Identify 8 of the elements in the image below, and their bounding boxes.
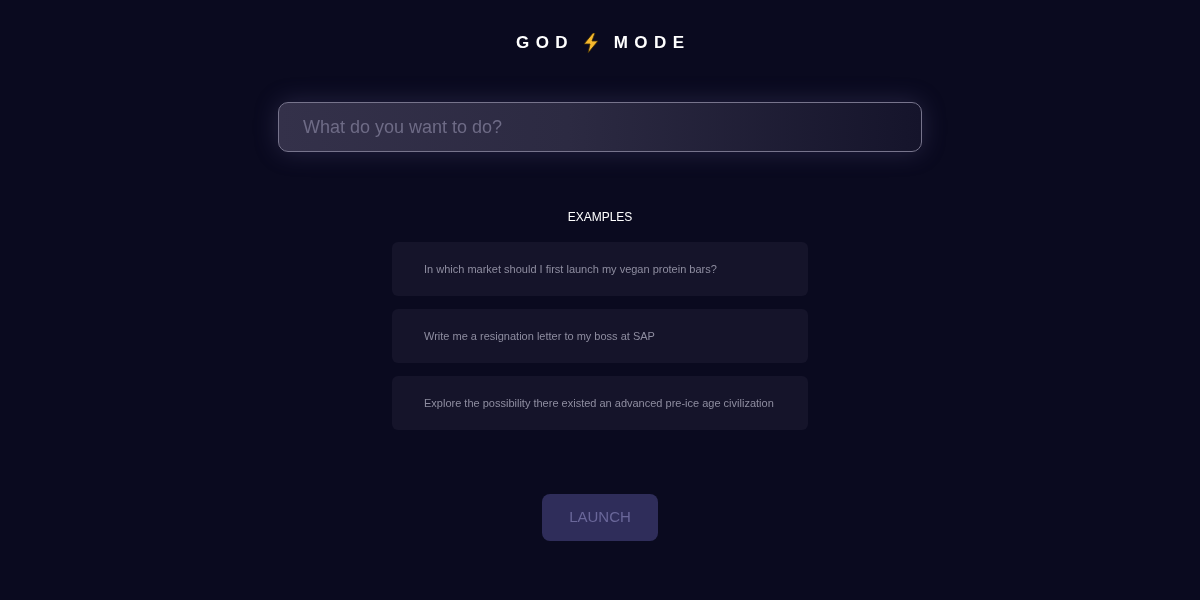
app-title: MODE [613, 32, 691, 55]
example-prompt-card[interactable]: In which market should I first launch my vegan protein bars? [392, 242, 808, 296]
examples-heading: EXAMPLES [567, 209, 633, 225]
app-title: GOD [515, 32, 575, 55]
example-prompt-card[interactable]: Write me a resignation letter to my boss at SAP [392, 309, 808, 363]
prompt-input-field[interactable]: What do you want to do? [278, 102, 922, 152]
lightning-bolt-icon [581, 33, 600, 53]
example-prompt-card[interactable]: Explore the possibility there existed an advanced pre-ice age civilization [392, 376, 808, 430]
